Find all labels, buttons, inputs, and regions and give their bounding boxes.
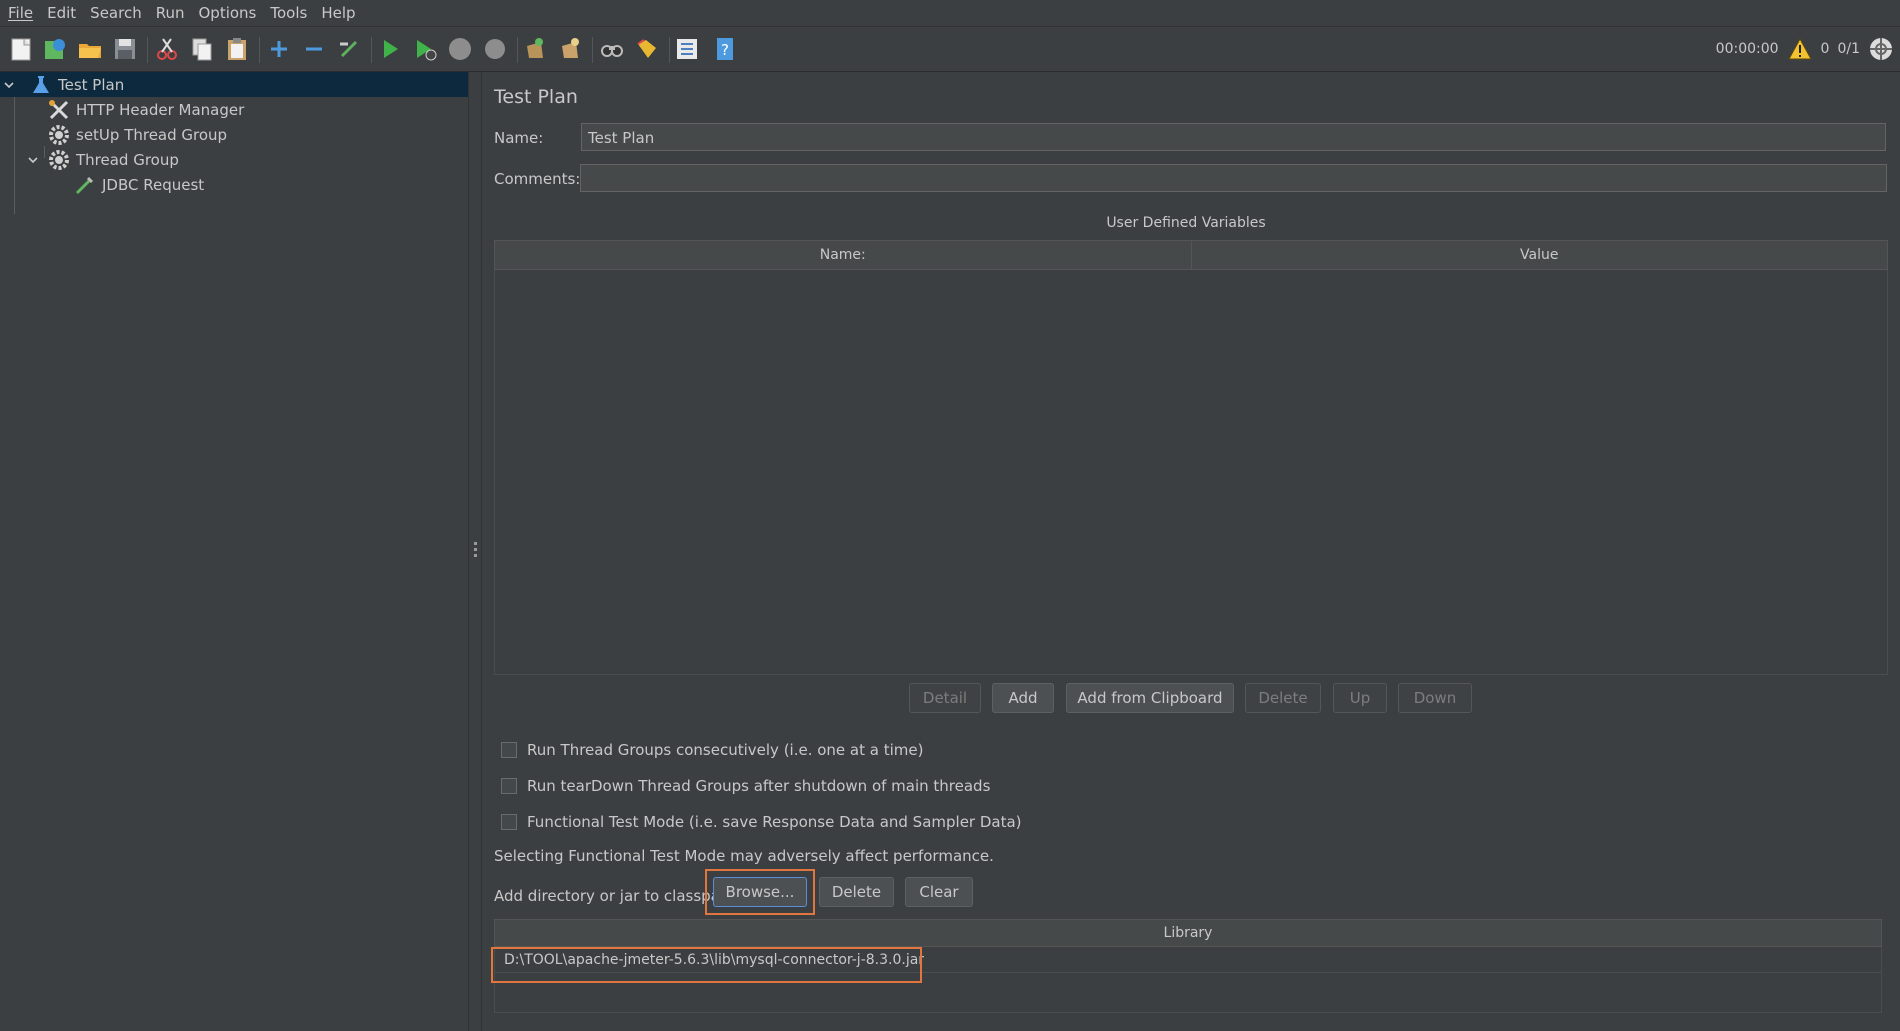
templates-icon[interactable] <box>41 35 69 63</box>
tree-item-label: HTTP Header Manager <box>76 100 245 119</box>
start-no-pause-icon[interactable] <box>411 35 439 63</box>
comments-field[interactable] <box>580 164 1887 192</box>
gear-icon <box>48 124 70 146</box>
browse-button[interactable]: Browse... <box>713 877 807 907</box>
udv-table-body[interactable] <box>494 270 1888 675</box>
tree-item-setup-thread-group[interactable]: setUp Thread Group <box>48 122 227 147</box>
menu-tools[interactable]: Tools <box>264 0 313 26</box>
start-icon[interactable] <box>376 35 404 63</box>
test-plan-panel: Test Plan Name: Test Plan Comments: User… <box>481 72 1900 1031</box>
active-threads: 0/1 <box>1837 41 1860 57</box>
svg-text:?: ? <box>721 41 729 59</box>
stop-icon[interactable] <box>446 35 474 63</box>
add-from-clipboard-button[interactable]: Add from Clipboard <box>1066 683 1234 713</box>
expand-icon[interactable] <box>265 35 293 63</box>
chevron-down-icon[interactable] <box>26 153 40 167</box>
remote-globe-icon[interactable] <box>1868 36 1894 62</box>
collapse-icon[interactable] <box>300 35 328 63</box>
column-header-value[interactable]: Value <box>1192 241 1888 269</box>
teardown-after-shutdown-option[interactable]: Run tearDown Thread Groups after shutdow… <box>501 774 990 798</box>
tree-item-test-plan[interactable]: Test Plan <box>0 72 468 97</box>
name-field[interactable]: Test Plan <box>581 123 1886 151</box>
elapsed-timer: 00:00:00 <box>1715 41 1779 57</box>
checkbox-label: Run tearDown Thread Groups after shutdow… <box>527 777 991 795</box>
help-icon[interactable]: ? <box>711 35 739 63</box>
add-button[interactable]: Add <box>992 683 1054 713</box>
cut-icon[interactable] <box>153 35 181 63</box>
checkbox-label: Run Thread Groups consecutively (i.e. on… <box>527 741 924 759</box>
pipette-icon <box>74 174 96 196</box>
search-icon[interactable] <box>598 35 626 63</box>
open-icon[interactable] <box>76 35 104 63</box>
clear-all-icon[interactable] <box>556 35 584 63</box>
menu-file[interactable]: File <box>2 0 39 26</box>
tree-item-http-header-manager[interactable]: HTTP Header Manager <box>48 97 244 122</box>
tree-item-label: setUp Thread Group <box>76 125 228 144</box>
delete-button[interactable]: Delete <box>1245 683 1321 713</box>
detail-button[interactable]: Detail <box>909 683 981 713</box>
reset-search-icon[interactable] <box>633 35 661 63</box>
shutdown-icon[interactable] <box>481 35 509 63</box>
warning-count: 0 <box>1820 41 1830 57</box>
functional-test-mode-option[interactable]: Functional Test Mode (i.e. save Response… <box>501 810 1022 834</box>
menu-options[interactable]: Options <box>192 0 262 26</box>
up-button[interactable]: Up <box>1333 683 1387 713</box>
flask-icon <box>30 74 52 96</box>
tree-item-label: Thread Group <box>76 150 179 169</box>
functional-mode-checkbox[interactable] <box>501 814 517 830</box>
tools-icon <box>48 99 70 121</box>
column-header-name[interactable]: Name: <box>495 241 1192 269</box>
page-title: Test Plan <box>494 86 578 108</box>
clear-icon[interactable] <box>520 35 548 63</box>
classpath-label: Add directory or jar to classpath <box>494 887 736 905</box>
tree-item-label: Test Plan <box>58 75 125 94</box>
splitter-handle-icon[interactable] <box>474 542 477 558</box>
udv-table-header: Name: Value <box>494 240 1888 270</box>
test-plan-tree: Test Plan HTTP Header Manager setUp Thre… <box>0 72 468 1031</box>
classpath-clear-button[interactable]: Clear <box>905 877 973 907</box>
warning-icon[interactable] <box>1787 37 1813 61</box>
checkbox-label: Functional Test Mode (i.e. save Response… <box>527 813 1022 831</box>
menu-edit[interactable]: Edit <box>41 0 82 26</box>
chevron-down-icon[interactable] <box>2 78 16 92</box>
new-icon[interactable] <box>7 35 35 63</box>
status-area: 00:00:00 0 0/1 <box>1716 35 1894 63</box>
menu-search[interactable]: Search <box>84 0 148 26</box>
teardown-checkbox[interactable] <box>501 778 517 794</box>
comments-label: Comments: <box>494 170 581 188</box>
consecutive-checkbox[interactable] <box>501 742 517 758</box>
menu-run[interactable]: Run <box>150 0 191 26</box>
library-table-header[interactable]: Library <box>494 919 1882 947</box>
menu-help[interactable]: Help <box>315 0 361 26</box>
toggle-icon[interactable] <box>335 35 363 63</box>
function-helper-icon[interactable] <box>673 35 701 63</box>
library-highlight-box <box>491 947 922 983</box>
tree-item-thread-group[interactable]: Thread Group <box>26 147 179 172</box>
consecutive-thread-groups-option[interactable]: Run Thread Groups consecutively (i.e. on… <box>501 738 923 762</box>
save-icon[interactable] <box>111 35 139 63</box>
name-label: Name: <box>494 129 544 147</box>
paste-icon[interactable] <box>223 35 251 63</box>
udv-title: User Defined Variables <box>1106 215 1266 231</box>
gear-icon <box>48 149 70 171</box>
copy-icon[interactable] <box>188 35 216 63</box>
toolbar: ? 00:00:00 0 0/1 <box>0 27 1900 72</box>
tree-item-label: JDBC Request <box>102 175 205 194</box>
menu-bar: File Edit Search Run Options Tools Help <box>0 0 1900 27</box>
down-button[interactable]: Down <box>1398 683 1472 713</box>
tree-item-jdbc-request[interactable]: JDBC Request <box>74 172 204 197</box>
pane-splitter[interactable] <box>468 72 482 1031</box>
functional-mode-note: Selecting Functional Test Mode may adver… <box>494 847 994 865</box>
classpath-delete-button[interactable]: Delete <box>819 877 894 907</box>
